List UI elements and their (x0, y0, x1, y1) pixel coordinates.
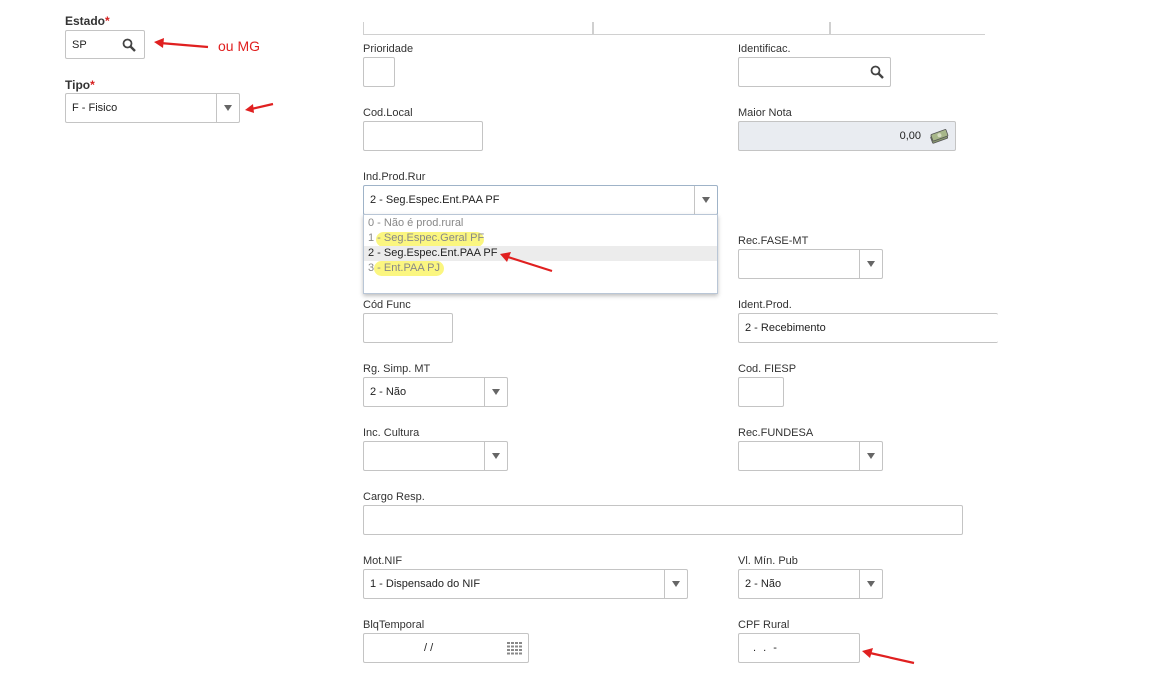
arrow-annotation (245, 102, 274, 113)
vl-min-pub-label: Vl. Mín. Pub (738, 555, 798, 567)
tipo-label: Tipo* (65, 78, 95, 92)
chevron-down-icon[interactable] (859, 570, 882, 598)
prioridade-label: Prioridade (363, 43, 414, 55)
ident-prod-value: 2 - Recebimento (745, 322, 826, 334)
required-mark: * (90, 78, 95, 92)
ind-prod-rur-label: Ind.Prod.Rur (363, 171, 426, 183)
cod-local-label: Cod.Local (363, 107, 413, 119)
mot-nif-label: Mot.NIF (363, 555, 403, 567)
inc-cultura-select[interactable] (363, 441, 508, 471)
mot-nif-value: 1 - Dispensado do NIF (370, 578, 481, 590)
rec-fase-mt-label: Rec.FASE-MT (738, 235, 809, 247)
cod-func-label: Cód Func (363, 299, 411, 311)
tipo-label-text: Tipo (65, 78, 91, 92)
rg-simp-mt-value: 2 - Não (370, 386, 407, 398)
vl-min-pub-select[interactable]: 2 - Não (738, 569, 883, 599)
tab-3[interactable] (829, 22, 985, 34)
blq-temporal-field[interactable]: / / (363, 633, 529, 663)
blq-temporal-value: / / (424, 642, 434, 654)
prioridade-field[interactable] (363, 57, 395, 87)
arrow-annotation (500, 252, 553, 273)
chevron-down-icon[interactable] (664, 570, 687, 598)
annotation-text: ou MG (218, 38, 261, 54)
rec-fase-mt-select[interactable] (738, 249, 883, 279)
chevron-down-icon[interactable] (859, 250, 882, 278)
chevron-down-icon[interactable] (694, 186, 717, 214)
search-icon[interactable] (870, 65, 884, 82)
cod-fiesp-field[interactable] (738, 377, 784, 407)
tab-1[interactable] (363, 22, 594, 34)
cargo-resp-label: Cargo Resp. (363, 491, 425, 503)
arrow-annotation (154, 38, 209, 49)
mot-nif-select[interactable]: 1 - Dispensado do NIF (363, 569, 688, 599)
estado-label: Estado* (65, 14, 110, 28)
blq-temporal-label: BlqTemporal (363, 619, 425, 631)
dropdown-option[interactable]: 1 - Seg.Espec.Geral PF (364, 231, 717, 246)
chevron-down-icon[interactable] (216, 94, 239, 122)
estado-field[interactable]: SP (65, 30, 145, 59)
maior-nota-field: 0,00 (738, 121, 956, 151)
identificac-field[interactable] (738, 57, 891, 87)
chevron-down-icon[interactable] (484, 378, 507, 406)
rec-fundesa-select[interactable] (738, 441, 883, 471)
estado-value: SP (72, 38, 87, 51)
rec-fundesa-label: Rec.FUNDESA (738, 427, 814, 439)
cpf-rural-value: . . - (753, 642, 779, 654)
cpf-rural-label: CPF Rural (738, 619, 790, 631)
cod-local-field[interactable] (363, 121, 483, 151)
estado-label-text: Estado (65, 14, 106, 28)
search-icon[interactable] (122, 38, 136, 55)
chevron-down-icon[interactable] (859, 442, 882, 470)
vl-min-pub-value: 2 - Não (745, 578, 782, 590)
money-icon[interactable] (929, 129, 949, 148)
calendar-icon[interactable] (507, 642, 522, 658)
tipo-value: F - Fisico (72, 102, 118, 114)
tab-bar (363, 22, 985, 35)
dropdown-option[interactable]: 0 - Não é prod.rural (364, 216, 717, 231)
ind-prod-rur-value: 2 - Seg.Espec.Ent.PAA PF (370, 194, 500, 206)
tab-2[interactable] (592, 22, 831, 34)
ind-prod-rur-select[interactable]: 2 - Seg.Espec.Ent.PAA PF (363, 185, 718, 215)
maior-nota-label: Maior Nota (738, 107, 792, 119)
ident-prod-label: Ident.Prod. (738, 299, 792, 311)
chevron-down-icon[interactable] (484, 442, 507, 470)
cod-func-field[interactable] (363, 313, 453, 343)
maior-nota-value: 0,00 (899, 130, 921, 142)
required-mark: * (105, 14, 110, 28)
cpf-rural-field[interactable]: . . - (738, 633, 860, 663)
inc-cultura-label: Inc. Cultura (363, 427, 420, 439)
rg-simp-mt-select[interactable]: 2 - Não (363, 377, 508, 407)
cargo-resp-field[interactable] (363, 505, 963, 535)
arrow-annotation (862, 648, 915, 665)
identificac-label: Identificac. (738, 43, 791, 55)
rg-simp-mt-label: Rg. Simp. MT (363, 363, 431, 375)
ident-prod-select[interactable]: 2 - Recebimento (738, 313, 998, 343)
cod-fiesp-label: Cod. FIESP (738, 363, 797, 375)
tipo-select[interactable]: F - Fisico (65, 93, 240, 123)
